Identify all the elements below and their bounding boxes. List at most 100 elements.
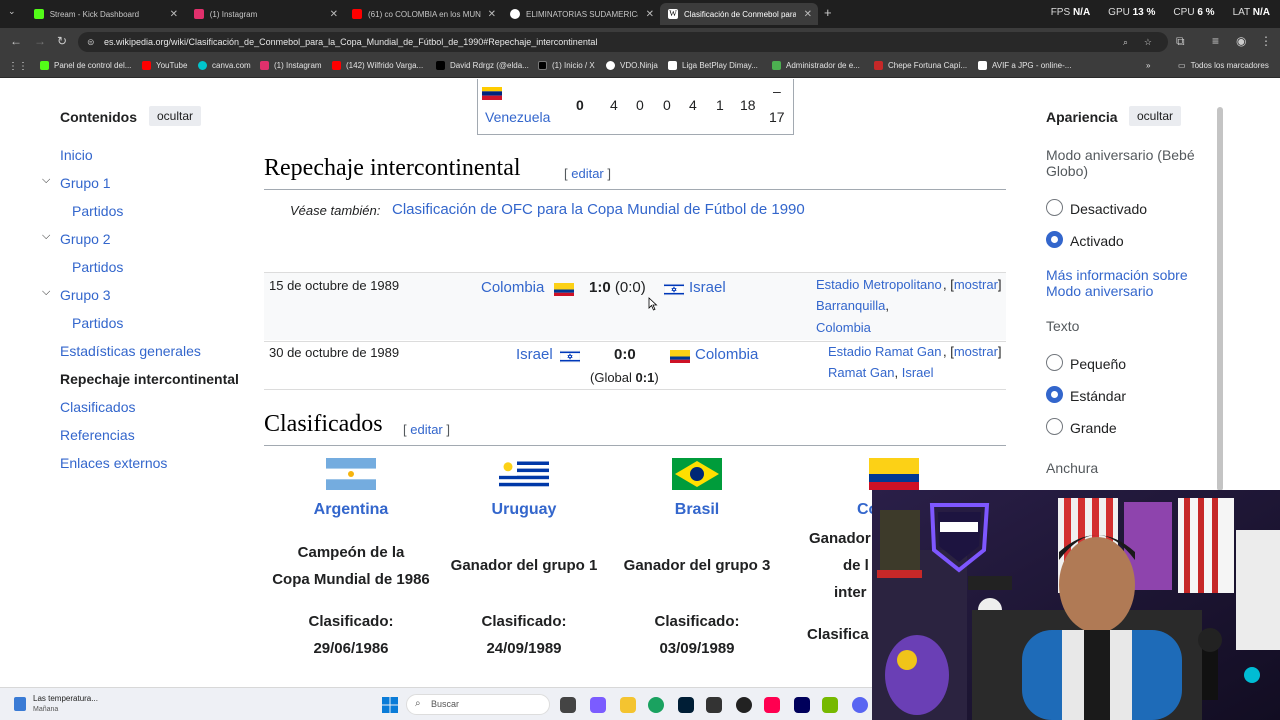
toc-item-grupo2[interactable]: Grupo 2: [60, 231, 111, 247]
close-icon[interactable]: ✕: [646, 9, 654, 20]
match-show-button[interactable]: , [mostrar]: [943, 277, 1002, 292]
toc-item-clasificados[interactable]: Clasificados: [60, 399, 135, 415]
site-info-icon[interactable]: ⊜: [87, 32, 95, 52]
toc-item-referencias[interactable]: Referencias: [60, 427, 135, 443]
anniversary-off-radio[interactable]: [1046, 199, 1063, 216]
repechaje-heading: Repechaje intercontinental: [264, 155, 521, 181]
chevron-down-icon[interactable]: ⌵: [42, 230, 50, 243]
text-small-label[interactable]: Pequeño: [1070, 356, 1126, 372]
file-explorer-icon[interactable]: [620, 697, 636, 713]
toc-item-grupo1[interactable]: Grupo 1: [60, 175, 111, 191]
match-away-team[interactable]: Israel: [689, 279, 726, 296]
anniversary-on-radio[interactable]: [1046, 231, 1063, 248]
chevron-down-icon[interactable]: ⌵: [42, 174, 50, 187]
profile-icon[interactable]: ◉: [1236, 34, 1246, 48]
new-tab-icon[interactable]: +: [824, 5, 832, 20]
photoshop-icon[interactable]: [678, 697, 694, 713]
url-field[interactable]: ⊜ es.wikipedia.org/wiki/Clasificación_de…: [78, 32, 1168, 52]
discord-icon[interactable]: [852, 697, 868, 713]
bookmark-wilfrido[interactable]: (142) Wilfrido Varga...: [332, 61, 423, 70]
toc-title: Contenidos: [60, 109, 137, 125]
forward-icon[interactable]: →: [34, 34, 46, 48]
match-home-team[interactable]: Israel: [516, 346, 553, 363]
media-icon[interactable]: ≡: [1212, 34, 1219, 48]
nvidia-icon[interactable]: [822, 697, 838, 713]
qualified-team-link[interactable]: Brasil: [612, 501, 782, 519]
bookmark-betplay[interactable]: Liga BetPlay Dimay...: [668, 61, 758, 70]
taskbar-search[interactable]: ⌕ Buscar: [406, 694, 550, 715]
match-show-button[interactable]: , [mostrar]: [943, 344, 1002, 359]
text-standard-radio[interactable]: [1046, 386, 1063, 403]
qualified-team-link[interactable]: Uruguay: [439, 501, 609, 519]
text-standard-label[interactable]: Estándar: [1070, 388, 1126, 404]
repechaje-edit-link[interactable]: [ editar ]: [564, 166, 611, 181]
tab-search-icon[interactable]: ⌄: [8, 6, 16, 17]
match-stadium[interactable]: Estadio Metropolitano: [816, 277, 942, 292]
tab-kick[interactable]: Stream - Kick Dashboard ✕: [26, 3, 184, 25]
bookmark-x[interactable]: (1) Inicio / X: [538, 61, 595, 70]
task-view-icon[interactable]: [560, 697, 576, 713]
bookmark-tiktok[interactable]: David Rdrgz (@elda...: [436, 61, 529, 70]
chevron-down-icon[interactable]: ⌵: [42, 286, 50, 299]
toc-hide-button[interactable]: ocultar: [149, 106, 202, 126]
bookmark-canva[interactable]: canva.com: [198, 61, 251, 70]
text-large-label[interactable]: Grande: [1070, 420, 1117, 436]
toc-item-partidos2[interactable]: Partidos: [72, 259, 123, 275]
page-scrollbar[interactable]: [1217, 107, 1223, 491]
anniversary-off-label[interactable]: Desactivado: [1070, 201, 1147, 217]
toc-item-grupo3[interactable]: Grupo 3: [60, 287, 111, 303]
match-away-team[interactable]: Colombia: [695, 346, 758, 363]
clasificados-edit-link[interactable]: [ editar ]: [403, 422, 450, 437]
extensions-icon[interactable]: ⧉: [1176, 34, 1185, 49]
match-stadium[interactable]: Estadio Ramat Gan: [828, 344, 941, 359]
toc-item-enlaces[interactable]: Enlaces externos: [60, 455, 167, 471]
toc-item-partidos3[interactable]: Partidos: [72, 315, 123, 331]
after-effects-icon[interactable]: [794, 697, 810, 713]
reload-icon[interactable]: ↻: [57, 34, 67, 48]
bookmark-star-icon[interactable]: ☆: [1144, 32, 1152, 52]
match-home-team[interactable]: Colombia: [481, 279, 544, 296]
close-icon[interactable]: ✕: [330, 9, 338, 20]
apps-icon[interactable]: ⋮⋮: [8, 61, 28, 72]
more-bookmarks-icon[interactable]: »: [1146, 61, 1150, 70]
weather-title[interactable]: Las temperatura...: [33, 694, 98, 703]
bookmark-kick[interactable]: Panel de control del...: [40, 61, 131, 70]
close-icon[interactable]: ✕: [804, 9, 812, 20]
see-also-link[interactable]: Clasificación de OFC para la Copa Mundia…: [392, 201, 805, 218]
bookmark-admin[interactable]: Administrador de e...: [772, 61, 860, 70]
bookmark-avif[interactable]: AVIF a JPG - online-...: [978, 61, 1071, 70]
toc-item-repechaje[interactable]: Repechaje intercontinental: [60, 371, 239, 387]
tab-youtube[interactable]: (61) co COLOMBIA en los MUN ✕: [344, 3, 502, 25]
text-small-radio[interactable]: [1046, 354, 1063, 371]
tiktok-icon[interactable]: [764, 697, 780, 713]
tab-instagram[interactable]: (1) Instagram ✕: [186, 3, 344, 25]
toc-item-partidos1[interactable]: Partidos: [72, 203, 123, 219]
windows-start-icon[interactable]: [382, 697, 398, 713]
toc-item-estadisticas[interactable]: Estadísticas generales: [60, 343, 201, 359]
chrome-icon[interactable]: [648, 697, 664, 713]
text-large-radio[interactable]: [1046, 418, 1063, 435]
bookmark-vdo[interactable]: VDO.Ninja: [606, 61, 658, 70]
bookmark-instagram[interactable]: (1) Instagram: [260, 61, 322, 70]
appearance-hide-button[interactable]: ocultar: [1129, 106, 1182, 126]
all-bookmarks[interactable]: ▭ Todos los marcadores: [1178, 61, 1269, 70]
obs-icon[interactable]: [736, 697, 752, 713]
anniversary-on-label[interactable]: Activado: [1070, 233, 1124, 249]
toc-item-inicio[interactable]: Inicio: [60, 147, 93, 163]
zoom-icon[interactable]: ⌕: [1123, 32, 1128, 52]
match-country[interactable]: Colombia: [816, 320, 871, 335]
bookmark-chepe[interactable]: Chepe Fortuna Capí...: [874, 61, 967, 70]
calculator-icon[interactable]: [706, 697, 722, 713]
tab-eliminatorias[interactable]: ELIMINATORIAS SUDAMERICanas ✕: [502, 3, 660, 25]
back-icon[interactable]: ←: [10, 34, 22, 48]
qualified-team-link[interactable]: Argentina: [266, 501, 436, 519]
tab-wikipedia[interactable]: W Clasificación de Conmebol para ✕: [660, 3, 818, 25]
copilot-icon[interactable]: [590, 697, 606, 713]
standings-team-link[interactable]: Venezuela: [485, 109, 550, 125]
standings-gf: 1: [716, 97, 724, 113]
more-info-link[interactable]: Más información sobre Modo aniversario: [1046, 267, 1206, 299]
menu-icon[interactable]: ⋮: [1260, 34, 1272, 48]
bookmark-youtube[interactable]: YouTube: [142, 61, 187, 70]
close-icon[interactable]: ✕: [488, 9, 496, 20]
close-icon[interactable]: ✕: [170, 9, 178, 20]
